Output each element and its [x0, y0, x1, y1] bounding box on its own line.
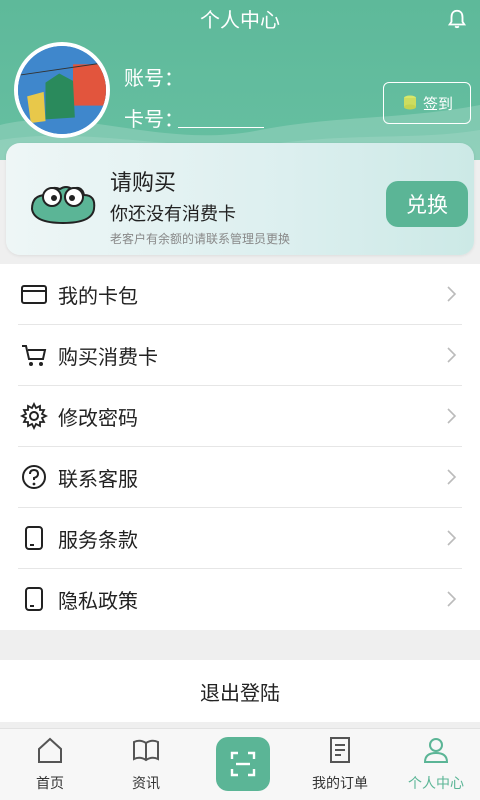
purchase-card: 请购买 你还没有消费卡 老客户有余额的请联系管理员更换 兑换	[6, 143, 474, 255]
tab-label: 个人中心	[408, 776, 464, 792]
tab-home[interactable]: 首页	[2, 735, 98, 793]
frog-mascot-icon	[30, 186, 96, 225]
card-subtitle: 你还没有消费卡	[110, 204, 236, 225]
chevron-right-icon	[447, 469, 457, 485]
avatar[interactable]	[14, 42, 110, 138]
checkin-button[interactable]: 签到	[383, 82, 471, 124]
card-number-underline	[178, 127, 264, 128]
menu-item-terms[interactable]: 服务条款	[18, 508, 462, 569]
tab-my-orders[interactable]: 我的订单	[292, 735, 388, 793]
document-icon	[25, 526, 43, 550]
book-icon	[133, 739, 159, 762]
menu-list: 我的卡包 购买消费卡 修改密码 联系客服 服务条款 隐私政策	[0, 264, 480, 630]
scan-button[interactable]	[216, 737, 270, 791]
tab-label: 首页	[36, 776, 64, 792]
logout-button[interactable]: 退出登陆	[0, 660, 480, 722]
coins-icon	[403, 95, 416, 110]
redeem-button[interactable]: 兑换	[386, 181, 468, 227]
checkin-label: 签到	[422, 94, 453, 113]
menu-item-customer-service[interactable]: 联系客服	[18, 447, 462, 508]
menu-item-label: 我的卡包	[58, 284, 138, 308]
home-icon	[38, 737, 62, 763]
chevron-right-icon	[447, 591, 457, 607]
tab-news[interactable]: 资讯	[98, 735, 194, 793]
help-icon	[22, 465, 46, 489]
menu-item-label: 隐私政策	[58, 589, 138, 613]
card-title: 请购买	[110, 171, 177, 196]
bell-icon[interactable]	[446, 8, 468, 30]
card-note: 老客户有余额的请联系管理员更换	[110, 232, 291, 246]
menu-item-change-password[interactable]: 修改密码	[18, 386, 462, 447]
tab-bar: 首页 资讯 我的订单 个人中心	[0, 728, 480, 800]
menu-item-label: 购买消费卡	[58, 345, 158, 369]
menu-item-buy-card[interactable]: 购买消费卡	[18, 325, 462, 386]
chevron-right-icon	[447, 286, 457, 302]
chevron-right-icon	[447, 408, 457, 424]
tab-profile[interactable]: 个人中心	[388, 735, 480, 793]
profile-header: 个人中心 账号： 卡号： 签到	[0, 0, 480, 160]
menu-item-label: 联系客服	[58, 467, 138, 491]
scan-icon	[230, 751, 256, 777]
menu-item-card-wallet[interactable]: 我的卡包	[18, 264, 462, 325]
menu-item-privacy[interactable]: 隐私政策	[18, 569, 462, 630]
chevron-right-icon	[447, 530, 457, 546]
chevron-right-icon	[447, 347, 457, 363]
gear-icon	[20, 402, 48, 430]
wallet-icon	[21, 285, 47, 304]
tab-label: 资讯	[132, 776, 160, 792]
menu-item-label: 服务条款	[58, 528, 138, 552]
account-label: 账号：	[124, 66, 184, 90]
tab-label: 我的订单	[312, 776, 368, 792]
cart-icon	[22, 345, 47, 366]
page-title: 个人中心	[200, 8, 280, 32]
menu-item-label: 修改密码	[58, 406, 138, 430]
document-icon	[25, 587, 43, 611]
order-icon	[330, 737, 350, 763]
card-number-label: 卡号：	[124, 107, 184, 131]
user-icon	[423, 738, 449, 763]
